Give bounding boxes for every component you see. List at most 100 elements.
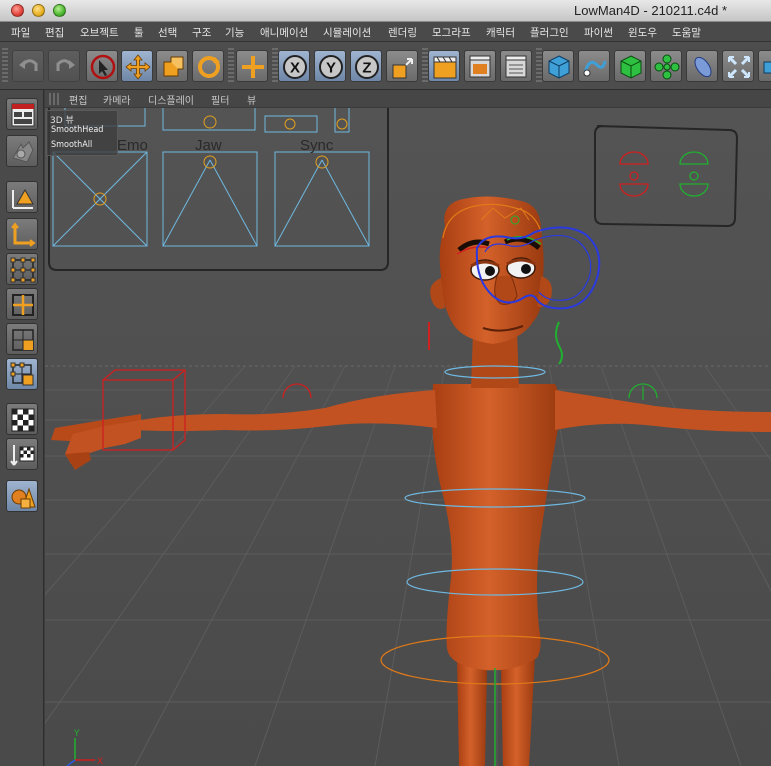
menu-animate[interactable]: 애니메이션 [260, 25, 308, 40]
z-axis-lock-button[interactable]: Z [350, 50, 382, 82]
menu-file[interactable]: 파일 [11, 25, 30, 40]
mode-sidebar [0, 90, 44, 766]
render-view-icon [433, 56, 457, 79]
tweak-mode-icon [10, 445, 35, 466]
subdivision-surface-button[interactable] [614, 50, 646, 82]
zoom-window-button[interactable] [53, 4, 66, 17]
viewport-menu-grip[interactable] [49, 93, 59, 105]
array-generator-icon [654, 54, 680, 80]
viewport-menu-filter[interactable]: 필터 [211, 92, 229, 107]
redo-button[interactable] [48, 50, 80, 82]
render-settings-icon [505, 55, 527, 78]
menu-window[interactable]: 윈도우 [628, 25, 657, 40]
sync-label: Sync [300, 137, 334, 154]
right-pupil [521, 264, 531, 274]
viewport-menu-edit[interactable]: 편집 [69, 92, 87, 107]
menu-functions[interactable]: 기능 [225, 25, 244, 40]
environment-button[interactable] [722, 50, 754, 82]
edges-mode-button[interactable] [6, 288, 38, 320]
model-mode-icon [11, 103, 35, 127]
texture-mode-button[interactable] [6, 135, 38, 167]
array-generator-button[interactable] [650, 50, 682, 82]
axis-mode-button[interactable] [6, 218, 38, 250]
menu-mograph[interactable]: 모그라프 [432, 25, 471, 40]
left-leg[interactable] [457, 656, 487, 766]
x-axis-lock-button[interactable]: X [278, 50, 310, 82]
cube-object-button[interactable] [542, 50, 574, 82]
layout-button[interactable] [6, 98, 38, 130]
view-overlay-panel[interactable]: 3D 뷰 SmoothHead SmoothAll [46, 110, 118, 156]
render-view-button[interactable] [428, 50, 460, 82]
tweak-mode-button[interactable] [6, 438, 38, 470]
enable-axis-button[interactable] [6, 403, 38, 435]
move-tool-button[interactable] [121, 50, 153, 82]
menu-python[interactable]: 파이썬 [584, 25, 613, 40]
viewport-menu-display[interactable]: 디스플레이 [148, 92, 194, 107]
deformer-icon [694, 56, 712, 78]
svg-text:X: X [290, 60, 300, 77]
coordinate-system-button[interactable] [386, 50, 418, 82]
live-selection-icon [90, 54, 116, 80]
y-axis-lock-button[interactable]: Y [314, 50, 346, 82]
left-pupil [485, 266, 495, 276]
scale-tool-button[interactable] [156, 50, 188, 82]
minimize-window-button[interactable] [32, 4, 45, 17]
undo-icon [19, 59, 38, 71]
axis-x-label: X [97, 757, 103, 766]
deformer-button[interactable] [686, 50, 718, 82]
recent-tool-button[interactable] [236, 50, 268, 82]
render-settings-button[interactable] [500, 50, 532, 82]
menu-character[interactable]: 캐릭터 [486, 25, 515, 40]
viewport-menu-camera[interactable]: 카메라 [103, 92, 131, 107]
toolbar-grip[interactable] [2, 48, 8, 84]
emo-label: Emo [117, 137, 148, 154]
title-bar: LowMan4D - 210211.c4d * [0, 0, 771, 22]
cube-object-icon [548, 55, 570, 79]
spline-pen-button[interactable] [578, 50, 610, 82]
close-window-button[interactable] [11, 4, 24, 17]
subdivision-surface-icon [620, 55, 642, 79]
points-mode-icon [10, 257, 36, 283]
3d-viewport[interactable]: 편집 카메라 디스플레이 필터 뷰 Emo Jaw Sync Y X 3D 뷰 … [45, 90, 771, 766]
overlay-item-smoothall[interactable]: SmoothAll [51, 140, 92, 150]
menu-selection[interactable]: 선택 [158, 25, 177, 40]
menu-render[interactable]: 렌더링 [388, 25, 417, 40]
menu-edit[interactable]: 편집 [45, 25, 64, 40]
window-title: LowMan4D - 210211.c4d * [574, 3, 727, 18]
y-axis-lock-icon: Y [319, 55, 343, 79]
menu-structure[interactable]: 구조 [192, 25, 211, 40]
axis-mode-icon [11, 222, 36, 247]
sculpt-button[interactable] [6, 480, 38, 512]
rotate-tool-button[interactable] [192, 50, 224, 82]
viewport-menu-view[interactable]: 뷰 [247, 92, 256, 107]
menu-bar: 파일 편집 오브젝트 툴 선택 구조 기능 애니메이션 시뮬레이션 렌더링 모그… [0, 22, 771, 42]
menu-objects[interactable]: 오브젝트 [80, 25, 119, 40]
main-toolbar: X Y Z [0, 42, 771, 90]
menu-simulate[interactable]: 시뮬레이션 [323, 25, 371, 40]
z-axis-lock-icon: Z [355, 55, 379, 79]
svg-text:Y: Y [326, 60, 336, 77]
render-picture-viewer-button[interactable] [464, 50, 496, 82]
menu-plugins[interactable]: 플러그인 [530, 25, 569, 40]
sculpt-icon [11, 487, 36, 509]
polygons-mode-button[interactable] [6, 323, 38, 355]
recent-tool-icon [242, 56, 264, 78]
menu-help[interactable]: 도움말 [672, 25, 701, 40]
undo-button[interactable] [12, 50, 44, 82]
uvw-mode-button[interactable] [6, 358, 38, 390]
camera-button[interactable] [758, 50, 771, 82]
svg-text:Z: Z [362, 60, 371, 77]
move-icon [125, 54, 151, 80]
edges-mode-icon [12, 294, 34, 316]
workplane-button[interactable] [6, 181, 38, 213]
rotate-icon [198, 56, 220, 78]
uvw-mode-icon [10, 362, 34, 386]
scene-canvas[interactable]: Emo Jaw Sync Y X [45, 108, 771, 766]
menu-tools[interactable]: 툴 [134, 25, 144, 40]
overlay-item-smoothhead[interactable]: SmoothHead [51, 125, 103, 135]
points-mode-button[interactable] [6, 253, 38, 285]
redo-icon [56, 59, 75, 71]
viewport-menu-bar: 편집 카메라 디스플레이 필터 뷰 [45, 90, 771, 108]
live-selection-button[interactable] [86, 50, 118, 82]
render-picture-viewer-icon [469, 55, 491, 78]
